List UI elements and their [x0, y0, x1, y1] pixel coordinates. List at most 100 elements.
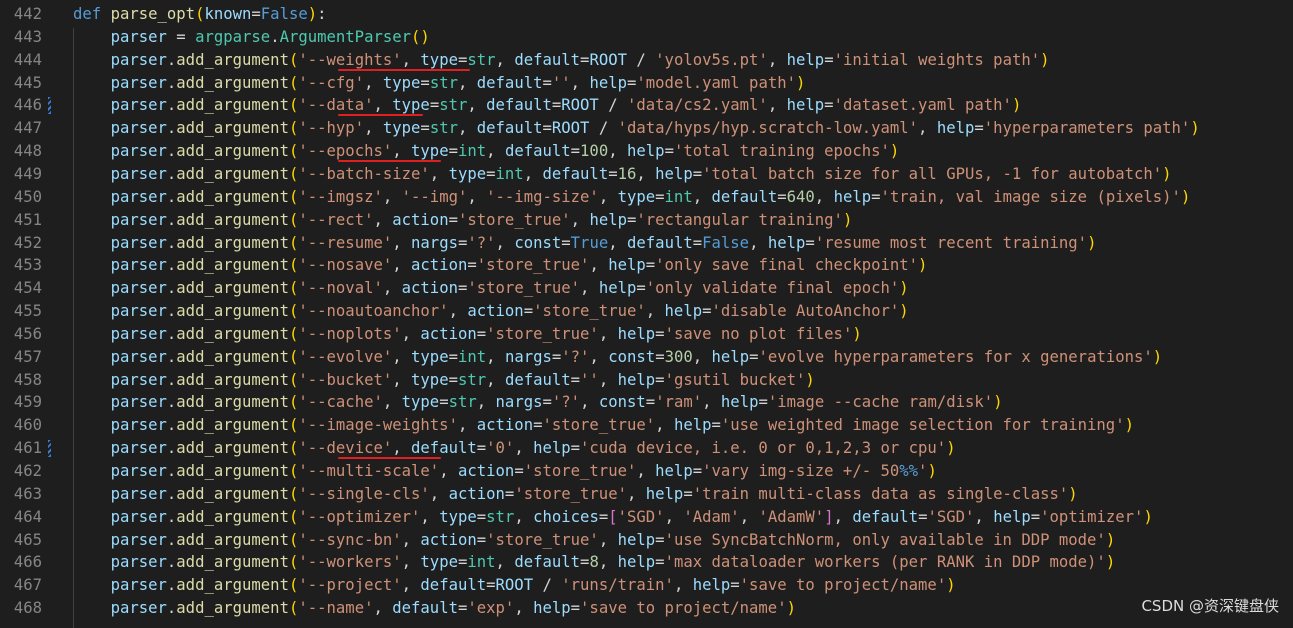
code-text: parser.add_argument('--resume', nargs='?… — [73, 232, 1097, 255]
token: = — [645, 256, 656, 275]
token: = — [570, 142, 581, 161]
code-line-448[interactable]: 448 parser.add_argument('--epochs', type… — [0, 140, 1293, 163]
token: nargs — [504, 347, 552, 366]
line-number: 465 — [13, 530, 42, 549]
token: 'data/cs2.yaml' — [627, 96, 768, 115]
line-number: 462 — [13, 462, 42, 480]
token: nargs — [411, 233, 458, 252]
token: help — [627, 142, 665, 161]
token: , — [364, 119, 383, 138]
token: 'only validate final epoch' — [645, 279, 900, 298]
code-line-461[interactable]: 461 parser.add_argument('--device', defa… — [0, 437, 1293, 460]
code-line-455[interactable]: 455 parser.add_argument('--noautoanchor'… — [0, 300, 1293, 323]
token: , — [692, 187, 712, 206]
token: , — [514, 599, 534, 618]
token: , — [589, 347, 609, 366]
code-editor[interactable]: 442 def parse_opt(known=False): 443 parser… — [0, 0, 1293, 628]
code-line-459[interactable]: 459 parser.add_argument('--cache', type=… — [0, 391, 1293, 414]
token: = — [420, 73, 430, 92]
token: 'image --cache ram/disk' — [767, 393, 994, 412]
token: = — [692, 462, 703, 480]
code-line-450[interactable]: 450 parser.add_argument('--imgsz', '--im… — [0, 186, 1293, 209]
token: , — [420, 507, 440, 526]
token: . — [166, 599, 177, 618]
token: ( — [288, 233, 299, 252]
code-line-451[interactable]: 451 parser.add_argument('--rect', action… — [0, 209, 1293, 232]
token: type — [392, 96, 430, 115]
token: , — [974, 507, 994, 526]
token: parser — [110, 96, 167, 115]
token: = — [561, 233, 571, 252]
token: = — [476, 324, 487, 343]
code-line-462[interactable]: 462 parser.add_argument('--multi-scale',… — [0, 460, 1293, 483]
token: , — [495, 553, 515, 572]
code-line-467[interactable]: 467 parser.add_argument('--project', def… — [0, 574, 1293, 597]
token: . — [166, 73, 177, 92]
code-line-446[interactable]: 446 parser.add_argument('--data', type=s… — [0, 94, 1293, 117]
token: default — [476, 73, 543, 92]
code-line-463[interactable]: 463 parser.add_argument('--single-cls', … — [0, 483, 1293, 506]
token: = — [542, 393, 552, 412]
code-line-442[interactable]: 442 def parse_opt(known=False): — [0, 3, 1293, 26]
token: type — [617, 187, 656, 206]
code-line-453[interactable]: 453 parser.add_argument('--nosave', acti… — [0, 254, 1293, 277]
token: = — [627, 210, 637, 229]
token: = — [824, 50, 834, 69]
token: add_argument — [176, 256, 289, 275]
code-line-445[interactable]: 445 parser.add_argument('--cfg', type=st… — [0, 72, 1293, 95]
token: , — [580, 279, 599, 298]
token: add_argument — [176, 119, 289, 138]
token: type — [411, 370, 449, 389]
token: = — [429, 96, 440, 115]
token: = — [655, 553, 665, 572]
code-line-457[interactable]: 457 parser.add_argument('--evolve', type… — [0, 346, 1293, 369]
token: '--data' — [298, 96, 374, 115]
code-line-447[interactable]: 447 parser.add_argument('--hyp', type=st… — [0, 117, 1293, 140]
code-line-444[interactable]: 444 parser.add_argument('--weights', typ… — [0, 49, 1293, 72]
token: [ — [608, 507, 618, 526]
code-text: parser.add_argument('--rect', action='st… — [73, 209, 853, 232]
token: add_argument — [176, 142, 289, 161]
watermark: CSDN @资深键盘侠 — [1141, 597, 1279, 615]
token: , — [570, 210, 590, 229]
token: ROOT — [495, 576, 534, 595]
token: parser — [110, 324, 167, 343]
token: = — [627, 73, 637, 92]
code-line-468[interactable]: 468 parser.add_argument('--name', defaul… — [0, 597, 1293, 620]
red-underline-annotation — [337, 457, 442, 460]
code-line-452[interactable]: 452 parser.add_argument('--resume', narg… — [0, 232, 1293, 255]
code-line-460[interactable]: 460 parser.add_argument('--image-weights… — [0, 414, 1293, 437]
token: '--evolve' — [298, 347, 393, 366]
line-number: 447 — [13, 119, 42, 138]
token: . — [166, 553, 177, 572]
token: ) — [1011, 96, 1022, 115]
token: () — [411, 27, 430, 46]
code-line-443[interactable]: 443 parser = argparse.ArgumentParser() — [0, 26, 1293, 49]
token: help — [617, 530, 656, 549]
code-line-449[interactable]: 449 parser.add_argument('--batch-size', … — [0, 163, 1293, 186]
line-number: 458 — [13, 370, 42, 389]
token: help — [645, 484, 684, 503]
token: '--epochs' — [298, 142, 393, 161]
token: action — [467, 302, 524, 321]
code-line-464[interactable]: 464 parser.add_argument('--optimizer', t… — [0, 506, 1293, 529]
token: parser — [110, 210, 167, 229]
token: 'use weighted image selection for traini… — [720, 416, 1125, 435]
code-line-454[interactable]: 454 parser.add_argument('--noval', actio… — [0, 277, 1293, 300]
token: = — [655, 347, 665, 366]
code-line-465[interactable]: 465 parser.add_argument('--sync-bn', act… — [0, 529, 1293, 552]
token: 'hyperparameters path' — [983, 119, 1191, 138]
token: 'only save final checkpoint' — [655, 256, 919, 275]
token: '--hyp' — [298, 119, 365, 138]
code-line-466[interactable]: 466 parser.add_argument('--workers', typ… — [0, 551, 1293, 574]
code-line-456[interactable]: 456 parser.add_argument('--noplots', act… — [0, 323, 1293, 346]
code-line-458[interactable]: 458 parser.add_argument('--bucket', type… — [0, 369, 1293, 392]
token: nargs — [495, 393, 543, 412]
token: help — [617, 553, 656, 572]
token: = — [598, 507, 609, 526]
token: 'SGD' — [927, 507, 975, 526]
